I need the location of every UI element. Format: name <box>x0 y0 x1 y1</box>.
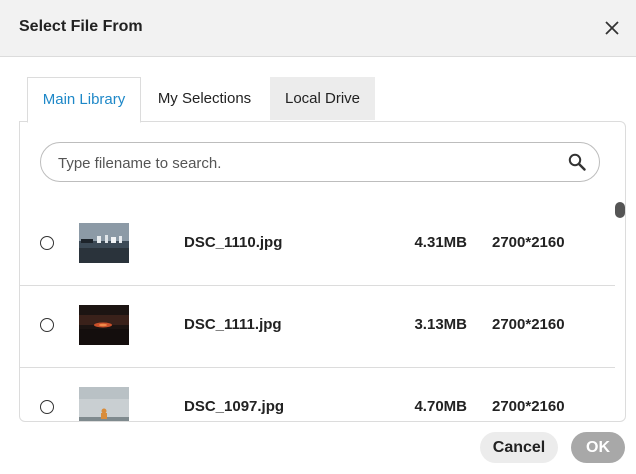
close-icon <box>605 21 619 35</box>
file-thumbnail <box>79 387 129 421</box>
file-dimensions: 2700*2160 <box>492 316 565 333</box>
file-radio[interactable] <box>40 318 54 332</box>
tab-main-library[interactable]: Main Library <box>27 77 141 123</box>
tab-local-drive[interactable]: Local Drive <box>270 77 375 120</box>
search-input[interactable] <box>56 151 560 175</box>
close-button[interactable] <box>602 18 622 38</box>
scrollbar-track[interactable] <box>615 203 625 421</box>
file-name: DSC_1097.jpg <box>184 398 285 415</box>
file-thumbnail <box>79 223 129 263</box>
search-box <box>40 142 600 182</box>
dialog-header: Select File From <box>0 0 636 57</box>
file-row[interactable]: DSC_1110.jpg 4.31MB 2700*2160 <box>20 203 615 286</box>
ok-button[interactable]: OK <box>571 432 625 463</box>
file-row[interactable]: DSC_1111.jpg 3.13MB 2700*2160 <box>20 285 615 368</box>
file-name: DSC_1111.jpg <box>184 316 282 333</box>
file-dimensions: 2700*2160 <box>492 234 565 251</box>
search-icon[interactable] <box>568 153 586 171</box>
file-size: 3.13MB <box>414 316 467 333</box>
dialog-title: Select File From <box>19 18 143 35</box>
file-name: DSC_1110.jpg <box>184 234 283 251</box>
file-radio[interactable] <box>40 400 54 414</box>
tab-my-selections[interactable]: My Selections <box>140 77 269 120</box>
file-radio[interactable] <box>40 236 54 250</box>
file-panel: DSC_1110.jpg 4.31MB 2700*2160 DSC_1111.j… <box>19 121 626 422</box>
file-size: 4.70MB <box>414 398 467 415</box>
file-row[interactable]: DSC_1097.jpg 4.70MB 2700*2160 <box>20 367 615 421</box>
file-thumbnail <box>79 305 129 345</box>
scrollbar-thumb[interactable] <box>615 202 625 218</box>
file-size: 4.31MB <box>414 234 467 251</box>
file-list: DSC_1110.jpg 4.31MB 2700*2160 DSC_1111.j… <box>20 203 615 421</box>
cancel-button[interactable]: Cancel <box>480 432 558 463</box>
file-dimensions: 2700*2160 <box>492 398 565 415</box>
